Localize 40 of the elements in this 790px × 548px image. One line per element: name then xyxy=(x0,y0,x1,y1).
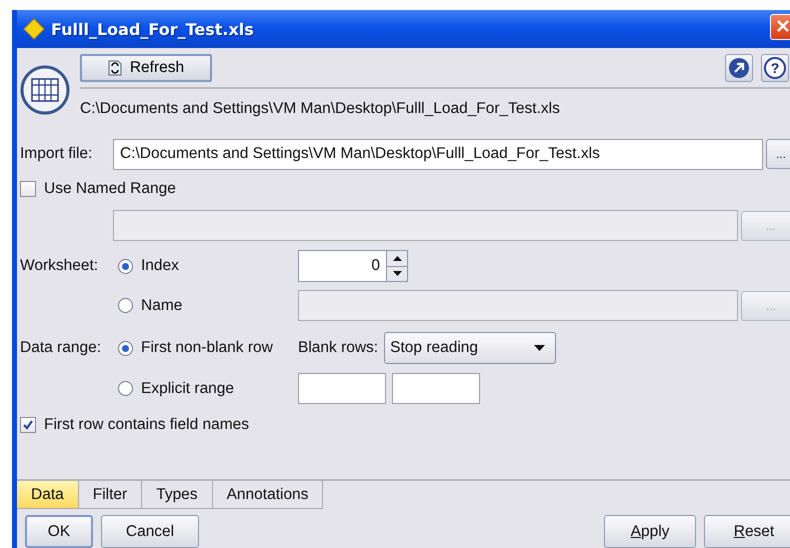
tab[interactable]: Filter xyxy=(78,481,142,509)
browse-button[interactable]: ... xyxy=(766,139,790,169)
tab[interactable]: Annotations xyxy=(212,481,324,509)
checkbox[interactable] xyxy=(20,417,36,433)
refresh-button[interactable]: Refresh xyxy=(80,54,212,82)
caret-icon xyxy=(534,345,546,351)
radio-label: Name xyxy=(141,296,182,314)
dialog-button[interactable]: Reset xyxy=(704,515,790,548)
radio-label: Explicit range xyxy=(141,380,234,398)
radio-button[interactable] xyxy=(118,381,133,396)
checkbox-label: First row contains field names xyxy=(44,416,250,434)
radio-label: First non-blank row xyxy=(141,339,273,357)
tab[interactable]: Types xyxy=(142,481,213,509)
dropdown[interactable]: Stop reading xyxy=(384,332,556,364)
dialog-button[interactable]: OK xyxy=(25,515,93,548)
input-field[interactable] xyxy=(392,373,480,404)
number-spinner[interactable]: 0 xyxy=(298,250,408,282)
radio-button[interactable] xyxy=(118,298,133,313)
field-label: Import file: xyxy=(19,145,94,163)
refresh-icon xyxy=(108,60,122,76)
radio-label: Index xyxy=(141,257,179,275)
input-field[interactable] xyxy=(298,373,386,404)
shortcut-button[interactable] xyxy=(725,54,753,82)
input-field[interactable]: C:\Documents and Settings\VM Man\Desktop\Fulll_Load_For_Test.xls xyxy=(113,138,763,170)
file-path: C:\Documents and Settings\VM Man\Desktop\Fulll_Load_For_Test.xls xyxy=(80,100,561,118)
field-label: Data range: xyxy=(19,339,102,357)
close-button[interactable] xyxy=(770,14,790,40)
radio-button[interactable] xyxy=(118,258,133,274)
field-label: Blank rows: xyxy=(298,339,378,357)
window-title: Fulll_Load_For_Test.xls xyxy=(51,20,254,38)
checkbox-label: Use Named Range xyxy=(44,180,176,198)
help-button[interactable]: ? xyxy=(761,54,789,82)
dialog-button[interactable]: Cancel xyxy=(101,515,199,548)
radio-button[interactable] xyxy=(118,340,133,356)
checkbox[interactable] xyxy=(20,181,36,197)
diamond-icon xyxy=(23,18,45,40)
dialog-button[interactable]: Apply xyxy=(604,515,696,548)
field-label: Worksheet: xyxy=(19,257,100,275)
spreadsheet-icon xyxy=(20,65,70,115)
tab[interactable]: Data xyxy=(17,481,79,509)
